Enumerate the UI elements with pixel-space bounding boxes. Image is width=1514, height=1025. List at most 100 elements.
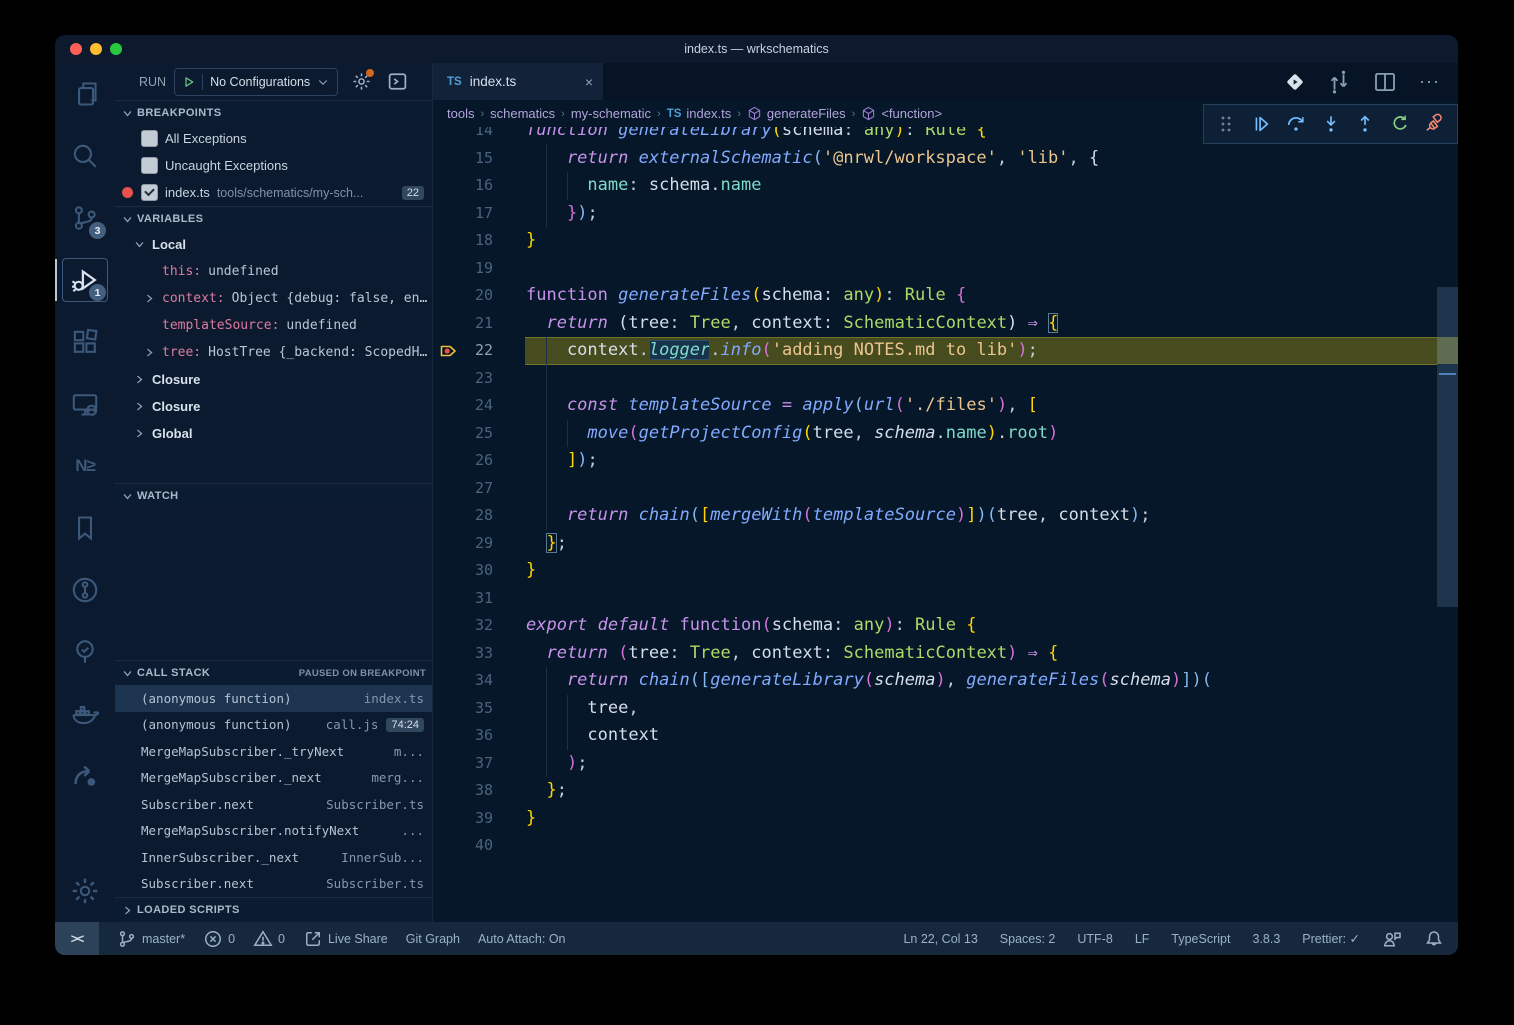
variable-row[interactable]: templateSource:undefined xyxy=(115,312,432,339)
close-tab-icon[interactable]: × xyxy=(585,74,593,90)
variable-row[interactable]: context:Object {debug: false, en… xyxy=(115,285,432,312)
variable-row[interactable]: this:undefined xyxy=(115,258,432,285)
watch-section-header[interactable]: WATCH xyxy=(115,483,432,508)
breakpoints-section-header[interactable]: BREAKPOINTS xyxy=(115,100,432,125)
breadcrumb-item[interactable]: tools xyxy=(447,106,474,121)
breakpoint-row[interactable]: index.tstools/schematics/my-sch...22 xyxy=(115,179,432,206)
breakpoint-checkbox[interactable] xyxy=(141,130,158,147)
step-out-icon[interactable] xyxy=(1352,111,1378,137)
breadcrumb-item[interactable]: schematics xyxy=(490,106,555,121)
debug-console-icon[interactable] xyxy=(387,71,408,92)
code-line: 39} xyxy=(433,805,1437,833)
call-stack-frame[interactable]: Subscriber.nextSubscriber.ts xyxy=(115,791,432,818)
activity-source-control-icon[interactable]: 3 xyxy=(55,187,115,249)
code-editor[interactable]: 14function generateLibrary(schema: any):… xyxy=(433,127,1458,922)
variable-value: undefined xyxy=(286,318,356,333)
variable-row[interactable]: Closure xyxy=(115,366,432,393)
loaded-scripts-section-header[interactable]: LOADED SCRIPTS xyxy=(115,897,432,922)
status-item-ln-22-col-13[interactable]: Ln 22, Col 13 xyxy=(903,932,977,946)
activity-search-icon[interactable] xyxy=(55,125,115,187)
scrollbar-slider[interactable] xyxy=(1437,287,1458,607)
frame-name: MergeMapSubscriber._next xyxy=(141,770,322,785)
status-item-0[interactable]: 0 xyxy=(253,929,285,949)
compare-changes-icon[interactable] xyxy=(1327,70,1351,94)
status-item-live-share[interactable]: Live Share xyxy=(303,929,388,949)
chevron-down-icon[interactable] xyxy=(133,239,145,250)
editor-scrollbar[interactable] xyxy=(1437,127,1458,922)
launch-config-dropdown[interactable]: No Configurations xyxy=(174,68,338,96)
step-over-icon[interactable] xyxy=(1283,111,1309,137)
code-line: 25 move(getProjectConfig(tree, schema.na… xyxy=(433,420,1437,448)
continue-icon[interactable] xyxy=(1248,111,1274,137)
call-stack-frame[interactable]: InnerSubscriber._nextInnerSub... xyxy=(115,844,432,871)
variable-row[interactable]: tree:HostTree {_backend: ScopedH… xyxy=(115,339,432,366)
status-item-0[interactable]: 0 xyxy=(203,929,235,949)
activity-run-and-debug-icon[interactable]: 1 xyxy=(55,249,115,311)
status-item-3-8-3[interactable]: 3.8.3 xyxy=(1252,932,1280,946)
status-item-master[interactable]: master* xyxy=(117,929,185,949)
chevron-right-icon[interactable] xyxy=(143,347,155,358)
activity-badge: 1 xyxy=(89,284,106,301)
step-into-icon[interactable] xyxy=(1318,111,1344,137)
breakpoint-row[interactable]: Uncaught Exceptions xyxy=(115,152,432,179)
line-number: 33 xyxy=(433,640,493,668)
activity-nx-console-icon[interactable]: N≥ xyxy=(55,435,115,497)
status-item-lf[interactable]: LF xyxy=(1135,932,1150,946)
activity-bookmarks-icon[interactable] xyxy=(55,497,115,559)
status-item-utf-8[interactable]: UTF-8 xyxy=(1077,932,1112,946)
more-actions-icon[interactable]: ··· xyxy=(1419,71,1440,92)
chevron-down-icon xyxy=(317,76,329,88)
code-line: 21 return (tree: Tree, context: Schemati… xyxy=(433,310,1437,338)
call-stack-frame[interactable]: Subscriber.nextSubscriber.ts xyxy=(115,871,432,898)
call-stack-frame[interactable]: MergeMapSubscriber.notifyNext... xyxy=(115,818,432,845)
activity-settings-gear-icon[interactable] xyxy=(55,860,115,922)
activity-remote-explorer-icon[interactable] xyxy=(55,373,115,435)
chevron-right-icon[interactable] xyxy=(133,401,145,412)
breadcrumb-item[interactable]: generateFiles xyxy=(747,106,846,121)
call-stack-frame[interactable]: (anonymous function)index.ts xyxy=(115,685,432,712)
call-stack-frame[interactable]: (anonymous function)call.js74:24 xyxy=(115,712,432,739)
restart-icon[interactable] xyxy=(1387,111,1413,137)
breadcrumb-item[interactable]: <function> xyxy=(861,106,942,121)
variable-row[interactable]: Global xyxy=(115,420,432,447)
debug-settings-gear-icon[interactable] xyxy=(352,72,371,91)
status-item-git-graph[interactable]: Git Graph xyxy=(406,932,460,946)
status-item-bell-icon[interactable] xyxy=(1424,929,1444,949)
status-item-spaces-2[interactable]: Spaces: 2 xyxy=(1000,932,1056,946)
activity-gitlens-icon[interactable] xyxy=(55,559,115,621)
activity-test-explorer-icon[interactable] xyxy=(55,621,115,683)
breakpoint-row[interactable]: All Exceptions xyxy=(115,125,432,152)
open-changes-icon[interactable] xyxy=(1285,72,1305,92)
status-item-auto-attach-on[interactable]: Auto Attach: On xyxy=(478,932,566,946)
breadcrumb-item[interactable]: TSindex.ts xyxy=(667,106,732,121)
status-item-typescript[interactable]: TypeScript xyxy=(1171,932,1230,946)
chevron-right-icon[interactable] xyxy=(133,428,145,439)
frame-name: MergeMapSubscriber.notifyNext xyxy=(141,823,359,838)
call-stack-frame[interactable]: MergeMapSubscriber._tryNextm... xyxy=(115,738,432,765)
split-editor-icon[interactable] xyxy=(1373,70,1397,94)
drag-grip-icon[interactable] xyxy=(1213,111,1239,137)
status-item-prettier[interactable]: Prettier: ✓ xyxy=(1302,931,1360,946)
call-stack-section-header[interactable]: CALL STACK PAUSED ON BREAKPOINT xyxy=(115,660,432,685)
status-item-feedback-icon[interactable] xyxy=(1382,929,1402,949)
breadcrumb-separator: › xyxy=(657,108,661,120)
activity-docker-icon[interactable] xyxy=(55,683,115,745)
chevron-right-icon[interactable] xyxy=(133,374,145,385)
breadcrumb-item[interactable]: my-schematic xyxy=(571,106,651,121)
chevron-right-icon[interactable] xyxy=(143,293,155,304)
activity-extensions-icon[interactable] xyxy=(55,311,115,373)
tab-index-ts[interactable]: TS index.ts × xyxy=(433,63,603,100)
variable-row[interactable]: Closure xyxy=(115,393,432,420)
start-debug-icon[interactable] xyxy=(183,76,195,88)
breakpoint-checkbox[interactable] xyxy=(141,157,158,174)
activity-explorer-icon[interactable] xyxy=(55,63,115,125)
disconnect-icon[interactable] xyxy=(1422,111,1448,137)
line-number: 18 xyxy=(433,227,493,255)
line-number: 30 xyxy=(433,557,493,585)
variable-row[interactable]: Local xyxy=(115,231,432,258)
variables-section-header[interactable]: VARIABLES xyxy=(115,206,432,231)
breakpoint-checkbox[interactable] xyxy=(141,184,158,201)
activity-share-icon[interactable] xyxy=(55,745,115,807)
call-stack-frame[interactable]: MergeMapSubscriber._nextmerg... xyxy=(115,765,432,792)
remote-indicator[interactable]: >< xyxy=(55,922,99,955)
